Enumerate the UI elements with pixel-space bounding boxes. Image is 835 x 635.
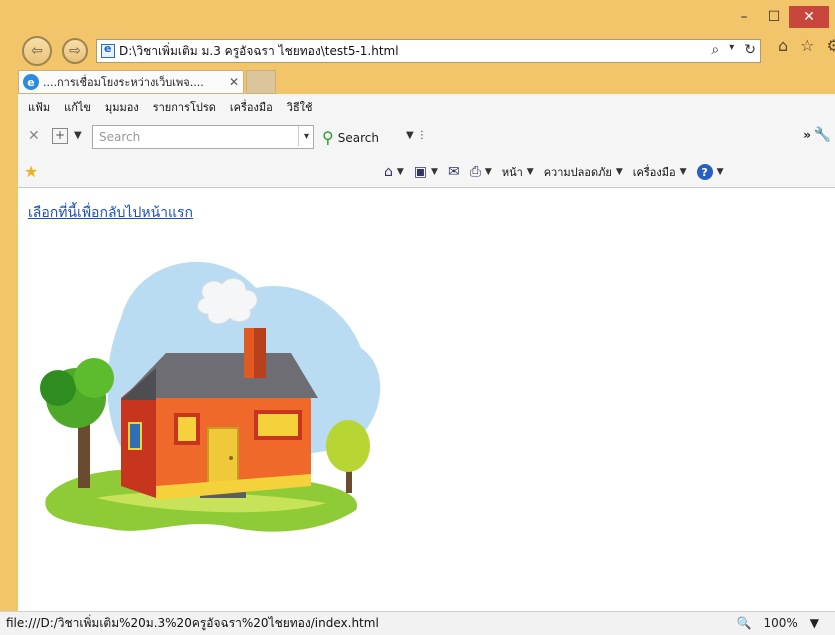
- toolbar-overflow-icon[interactable]: »: [803, 128, 811, 142]
- menu-help[interactable]: วิธีใช้: [287, 98, 313, 116]
- dropdown-icon[interactable]: ▾: [729, 42, 734, 58]
- feeds-command[interactable]: ▣ ▼: [414, 164, 438, 180]
- navigation-row: ⇦ ⇨ D:\วิชาเพิ่มเติม ม.3 ครูอัจฉรา ไชยทอ…: [18, 36, 835, 66]
- help-icon: ?: [696, 164, 713, 180]
- house-illustration: [40, 261, 381, 532]
- chevron-down-icon[interactable]: ▼: [74, 130, 82, 141]
- menu-view[interactable]: มุมมอง: [105, 98, 139, 116]
- search-address-icon[interactable]: ⌕: [711, 42, 719, 58]
- tools-menu[interactable]: เครื่องมือ ▼: [633, 163, 687, 181]
- print-icon: ⎙: [469, 164, 481, 180]
- menu-favorites[interactable]: รายการโปรด: [153, 98, 216, 116]
- close-toolbar-icon[interactable]: ✕: [28, 128, 40, 144]
- back-arrow-icon: ⇦: [31, 43, 43, 59]
- menu-file[interactable]: แฟ้ม: [28, 98, 50, 116]
- home-icon: ⌂: [384, 164, 393, 180]
- search-button[interactable]: ⚲ Search: [322, 128, 379, 147]
- help-menu[interactable]: ? ▼: [696, 164, 723, 180]
- zoom-icon: 🔍: [736, 616, 752, 630]
- settings-gear-icon[interactable]: ⚙: [827, 36, 835, 55]
- home-command[interactable]: ⌂ ▼: [384, 164, 404, 180]
- zoom-control[interactable]: 🔍 100% ▼: [737, 616, 820, 630]
- menu-bar: แฟ้ม แก้ไข มุมมอง รายการโปรด เครื่องมือ …: [28, 98, 313, 116]
- toolbar-area: แฟ้ม แก้ไข มุมมอง รายการโปรด เครื่องมือ …: [18, 94, 835, 188]
- tools-menu-label: เครื่องมือ: [632, 166, 676, 179]
- browser-icons: ⌂ ☆ ⚙: [778, 36, 835, 55]
- safety-menu-label: ความปลอดภัย: [543, 166, 612, 179]
- page-content: เลือกที่นี้เพื่อกลับไปหน้าแรก: [18, 188, 835, 611]
- small-tree-canopy: [326, 420, 370, 472]
- status-bar: file:///D:/วิชาเพิ่มเติม%20ม.3%20ครูอัจฉ…: [0, 611, 835, 635]
- menu-tools[interactable]: เครื่องมือ: [230, 98, 273, 116]
- forward-button[interactable]: ⇨: [62, 38, 88, 64]
- search-icon: ⚲: [322, 128, 334, 147]
- new-tab-button[interactable]: [246, 70, 276, 94]
- minimize-button[interactable]: –: [729, 6, 759, 28]
- page-menu-label: หน้า: [501, 166, 523, 179]
- command-bar: ★ ⌂ ▼ ▣ ▼ ✉ ⎙ ▼ หน้า ▼ ความปลอดภัย ▼ เครื่องม…: [18, 158, 835, 184]
- search-dropdown-icon[interactable]: ▾: [298, 126, 314, 146]
- search-input[interactable]: Search: [92, 125, 314, 149]
- zoom-level: 100%: [763, 616, 798, 630]
- rss-feed-icon: ▣: [413, 164, 428, 180]
- tab-strip: e ....การเชื่อมโยงระหว่างเว็บเพจ.... ✕: [18, 70, 835, 94]
- wrench-icon[interactable]: 🔧: [814, 127, 831, 143]
- zoom-dropdown-icon[interactable]: ▼: [810, 616, 819, 630]
- menu-edit[interactable]: แก้ไข: [64, 98, 91, 116]
- tab-close-icon[interactable]: ✕: [225, 75, 243, 89]
- back-to-home-link[interactable]: เลือกที่นี้เพื่อกลับไปหน้าแรก: [28, 202, 193, 224]
- forward-arrow-icon: ⇨: [69, 43, 81, 59]
- close-button[interactable]: ✕: [789, 6, 829, 28]
- back-button[interactable]: ⇦: [22, 36, 52, 66]
- add-icon[interactable]: +: [52, 128, 68, 144]
- add-favorites-icon[interactable]: ★: [24, 162, 38, 181]
- tab-active[interactable]: e ....การเชื่อมโยงระหว่างเว็บเพจ.... ✕: [18, 70, 244, 94]
- home-icon[interactable]: ⌂: [778, 36, 788, 55]
- tab-label: ....การเชื่อมโยงระหว่างเว็บเพจ....: [43, 76, 204, 89]
- ie-icon: e: [23, 74, 39, 90]
- browser-window: – ☐ ✕ ⇦ ⇨ D:\วิชาเพิ่มเติม ม.3 ครูอัจฉรา…: [0, 0, 835, 635]
- favorites-star-icon[interactable]: ☆: [800, 36, 814, 55]
- page-icon: [101, 42, 115, 58]
- search-button-label: Search: [337, 130, 379, 145]
- search-options-icon[interactable]: ▼ ⋮: [406, 130, 427, 141]
- page-menu[interactable]: หน้า ▼: [502, 163, 534, 181]
- mail-command[interactable]: ✉: [448, 164, 460, 180]
- door: [207, 427, 239, 485]
- print-command[interactable]: ⎙ ▼: [470, 164, 492, 180]
- address-bar[interactable]: D:\วิชาเพิ่มเติม ม.3 ครูอัจฉรา ไชยทอง\te…: [96, 39, 761, 63]
- refresh-icon[interactable]: ↻: [744, 42, 756, 58]
- window-controls: – ☐ ✕: [729, 6, 829, 28]
- tree-trunk: [78, 418, 90, 488]
- maximize-button[interactable]: ☐: [759, 6, 789, 28]
- mail-icon: ✉: [447, 164, 460, 180]
- window-side: [128, 422, 142, 450]
- safety-menu[interactable]: ความปลอดภัย ▼: [544, 163, 623, 181]
- status-url: file:///D:/วิชาเพิ่มเติม%20ม.3%20ครูอัจฉ…: [6, 616, 379, 630]
- address-url: D:\วิชาเพิ่มเติม ม.3 ครูอัจฉรา ไชยทอง\te…: [119, 43, 399, 58]
- search-toolbar: ✕ + ▼ Search ▾ ⚲ Search ▼ ⋮ » 🔧: [24, 124, 835, 150]
